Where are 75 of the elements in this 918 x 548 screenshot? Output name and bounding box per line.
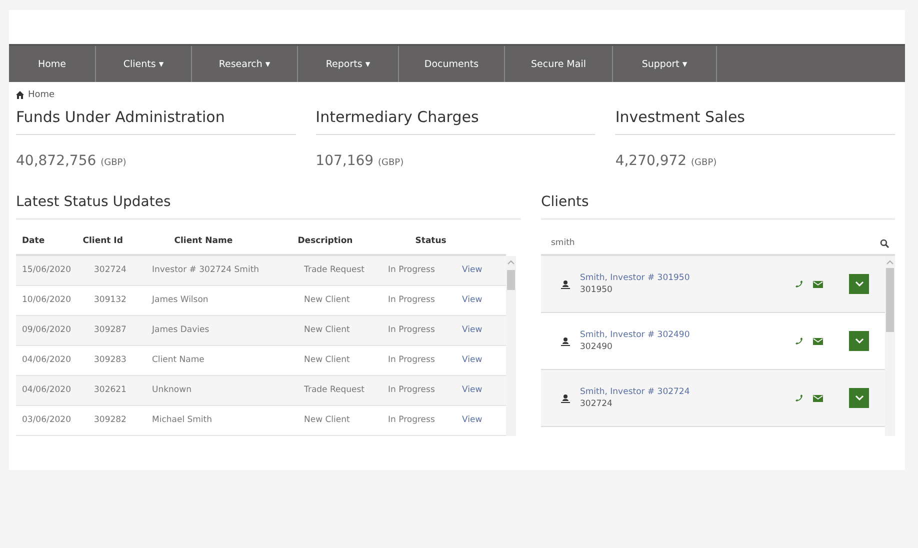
table-cell: 15/06/2020	[16, 256, 88, 286]
table-cell: 03/06/2020	[16, 405, 88, 436]
table-cell: New Client	[298, 345, 382, 376]
table-cell: Michael Smith	[146, 405, 298, 436]
client-id: 302724	[580, 399, 614, 409]
expand-button[interactable]	[849, 331, 869, 351]
table-cell: 09/06/2020	[16, 315, 88, 346]
nav-link[interactable]: Research ▾	[192, 46, 298, 82]
table-cell: 302724	[88, 256, 146, 286]
nav-link[interactable]: Reports ▾	[298, 46, 399, 82]
nav-link[interactable]: Clients ▾	[96, 46, 192, 82]
person-icon	[561, 336, 570, 346]
client-id: 301950	[580, 285, 614, 295]
client-name-link[interactable]: Smith, Investor # 302490	[580, 330, 785, 340]
section-title: Latest Status Updates	[16, 194, 521, 220]
expand-button[interactable]	[849, 274, 869, 294]
table-cell: New Client	[298, 315, 382, 346]
table-cell: In Progress	[382, 315, 456, 346]
table-cell: Client Name	[146, 345, 298, 376]
person-icon	[561, 394, 570, 402]
view-link[interactable]: View	[462, 415, 482, 426]
table-cell: James Wilson	[146, 285, 298, 316]
phone-icon[interactable]	[795, 394, 803, 402]
phone-icon[interactable]	[795, 280, 803, 288]
home-icon	[16, 91, 24, 99]
table-cell: James Davies	[146, 315, 298, 346]
table-cell: 309282	[88, 405, 146, 436]
chevron-down-icon	[854, 338, 864, 344]
nav-link[interactable]: Secure Mail	[505, 46, 613, 82]
table-cell: In Progress	[382, 285, 456, 316]
phone-icon[interactable]	[795, 337, 803, 345]
client-name-link[interactable]: Smith, Investor # 302724	[580, 387, 785, 397]
metric-value: 4,270,972 (GBP)	[615, 152, 718, 169]
table-cell: Trade Request	[298, 256, 382, 286]
mail-icon[interactable]	[813, 338, 823, 344]
section-title: Clients	[541, 194, 895, 220]
search-icon[interactable]	[880, 238, 889, 248]
mail-icon[interactable]	[813, 280, 823, 288]
table-cell: Unknown	[146, 375, 298, 406]
table-cell: 309132	[88, 285, 146, 316]
table-cell: 10/06/2020	[16, 285, 88, 316]
table-cell: In Progress	[382, 256, 456, 286]
table-cell: New Client	[298, 405, 382, 436]
view-link[interactable]: View	[462, 385, 482, 396]
breadcrumb-link[interactable]: Home	[28, 90, 55, 100]
table-cell: 309287	[88, 315, 146, 346]
view-link[interactable]: View	[462, 295, 482, 306]
table-cell: 04/06/2020	[16, 375, 88, 406]
view-link[interactable]: View	[462, 355, 482, 366]
chevron-down-icon	[854, 395, 864, 401]
table-cell: In Progress	[382, 405, 456, 436]
table-cell: In Progress	[382, 375, 456, 406]
expand-button[interactable]	[849, 388, 869, 408]
mail-icon[interactable]	[813, 394, 823, 402]
table-cell: 04/06/2020	[16, 345, 88, 376]
metric-title: Intermediary Charges	[316, 108, 596, 135]
view-link[interactable]: View	[462, 265, 482, 276]
metric-title: Investment Sales	[615, 108, 895, 135]
metric-value: 107,169 (GBP)	[316, 152, 405, 169]
nav-link[interactable]: Home	[9, 46, 96, 82]
view-link[interactable]: View	[462, 325, 482, 336]
table-cell: New Client	[298, 285, 382, 316]
metric-value: 40,872,756 (GBP)	[16, 152, 128, 169]
table-cell: In Progress	[382, 345, 456, 376]
table-cell: 302621	[88, 375, 146, 406]
client-name-link[interactable]: Smith, Investor # 301950	[580, 273, 785, 283]
person-icon	[561, 280, 570, 288]
chevron-down-icon	[854, 281, 864, 287]
table-cell: Investor # 302724 Smith	[146, 256, 298, 286]
table-cell: 309283	[88, 345, 146, 376]
metric-title: Funds Under Administration	[16, 108, 296, 135]
nav-link[interactable]: Support ▾	[613, 46, 717, 82]
table-cell: Trade Request	[298, 375, 382, 406]
nav-link[interactable]: Documents	[399, 46, 505, 82]
client-id: 302490	[580, 342, 614, 352]
